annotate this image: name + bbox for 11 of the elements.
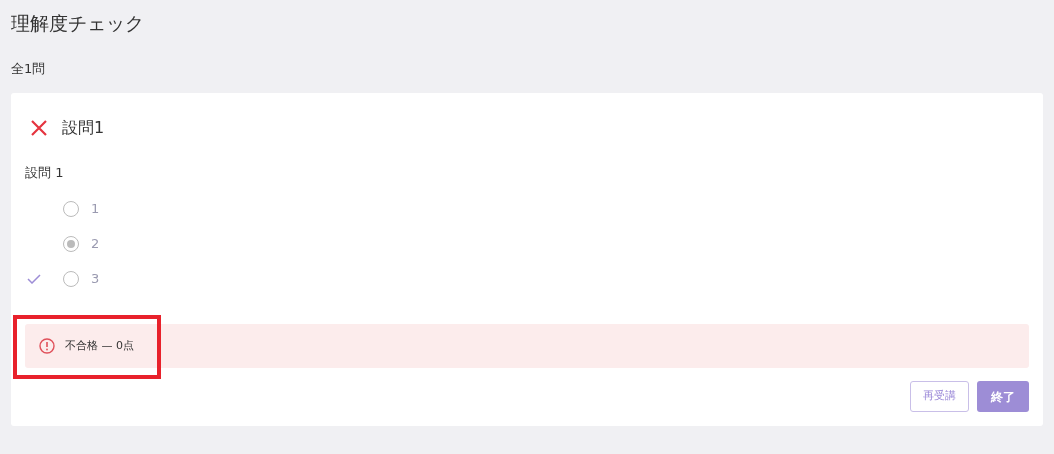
page-title: 理解度チェック <box>11 11 145 36</box>
result-text: 不合格 — 0点 <box>65 337 134 354</box>
alert-icon <box>39 338 55 354</box>
option-label: 3 <box>91 269 100 288</box>
option-label: 1 <box>91 199 100 218</box>
question-count: 全1問 <box>11 60 47 78</box>
finish-button[interactable]: 終了 <box>977 381 1029 412</box>
option-label: 2 <box>91 234 100 253</box>
question-text: 設問 1 <box>25 164 65 182</box>
retake-button[interactable]: 再受講 <box>910 381 969 412</box>
question-title: 設問1 <box>62 117 105 139</box>
